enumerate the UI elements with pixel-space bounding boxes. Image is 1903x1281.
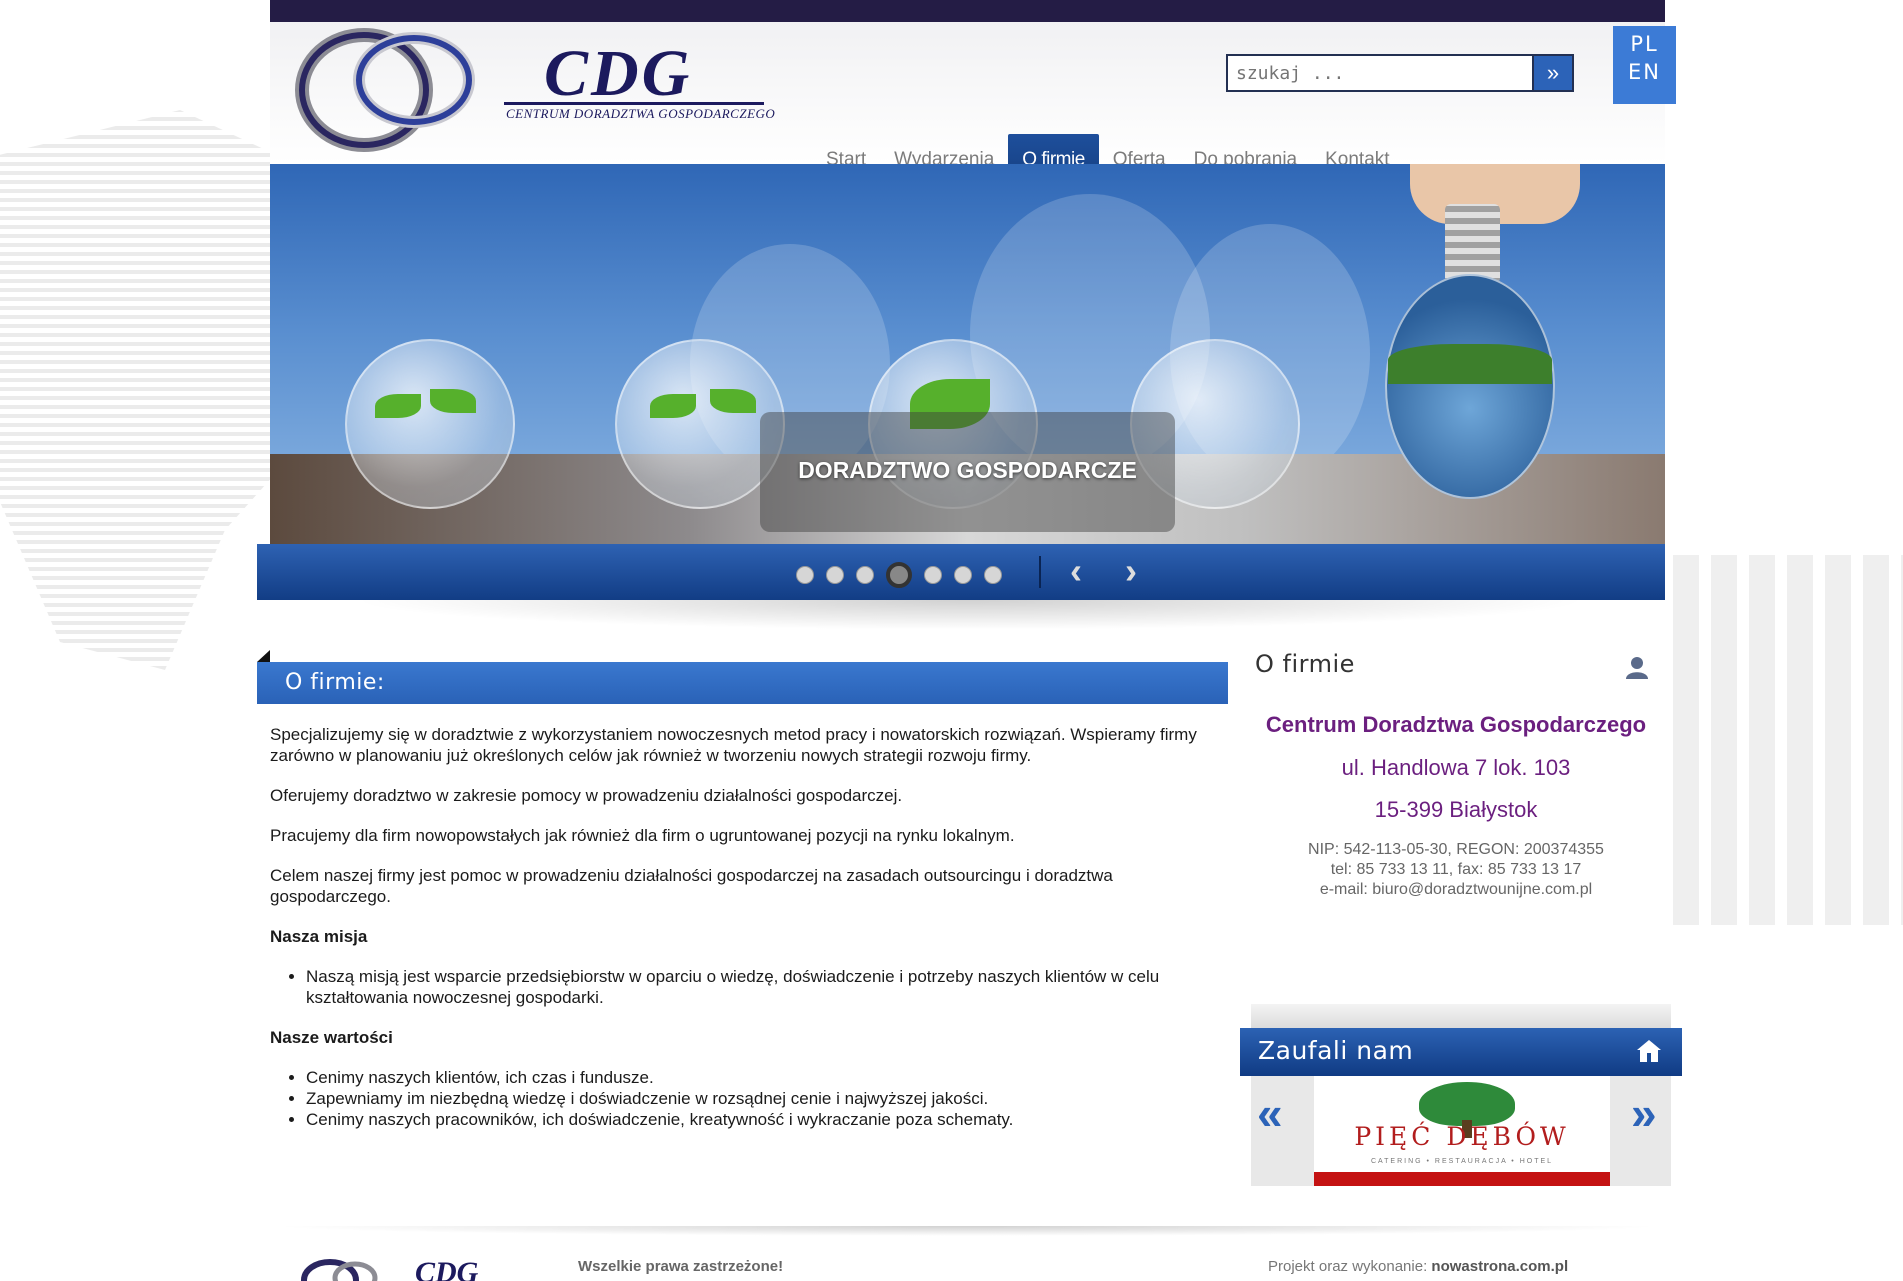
footer-divider: [270, 1226, 1665, 1236]
search-input[interactable]: [1226, 54, 1532, 92]
partner-name: PIĘĆ DĘBÓW: [1354, 1122, 1570, 1151]
content-paragraph: Celem naszej firmy jest pomoc w prowadze…: [270, 866, 1113, 906]
trusted-top-bar: [1251, 1004, 1671, 1028]
values-heading: Nasze wartości: [270, 1028, 393, 1047]
search-button[interactable]: »: [1532, 54, 1574, 92]
logo-rings-icon: [295, 28, 475, 152]
chevron-left-icon[interactable]: ‹: [1070, 550, 1082, 592]
company-nip-regon: NIP: 542-113-05-30, REGON: 200374355: [1308, 841, 1604, 858]
slider-separator: [1039, 556, 1041, 588]
partner-subtitle: CATERING • RESTAURACJA • HOTEL: [1370, 1158, 1554, 1165]
page-title: O firmie:: [257, 650, 1228, 704]
hero-slider[interactable]: DORADZTWO GOSPODARCZE: [270, 164, 1665, 544]
slider-dot[interactable]: [856, 566, 874, 584]
double-chevron-right-icon: »: [1546, 60, 1560, 85]
lang-pl[interactable]: PL: [1613, 30, 1676, 58]
list-item: Cenimy naszych pracowników, ich doświadc…: [306, 1109, 1215, 1130]
trusted-carousel: « PIĘĆ DĘBÓW CATERING • RESTAURACJA • HO…: [1251, 1076, 1671, 1186]
company-street: ul. Handlowa 7 lok. 103: [1341, 755, 1571, 780]
leaf-icon: [650, 394, 696, 418]
user-icon: [1626, 657, 1648, 679]
slider-dot[interactable]: [826, 566, 844, 584]
house-icon: [1637, 1040, 1661, 1062]
slider-controls: ‹ ›: [257, 544, 1665, 600]
logo[interactable]: CDG CENTRUM DORADZTWA GOSPODARCZEGO: [294, 28, 775, 158]
leaf-icon: [430, 389, 476, 413]
trusted-box: Zaufali nam « PIĘĆ DĘBÓW CATERING • REST…: [1240, 1004, 1682, 1224]
leaf-icon: [710, 389, 756, 413]
main-content: Specjalizujemy się w doradztwie z wykorz…: [270, 724, 1215, 1149]
leaf-icon: [375, 394, 421, 418]
double-chevron-left-icon[interactable]: «: [1257, 1086, 1283, 1140]
top-bar: [270, 0, 1665, 22]
partner-logo[interactable]: PIĘĆ DĘBÓW CATERING • RESTAURACJA • HOTE…: [1314, 1076, 1610, 1186]
company-info-box: O firmie Centrum Doradztwa Gospodarczego…: [1240, 642, 1672, 922]
logo-subtitle: CENTRUM DORADZTWA GOSPODARCZEGO: [506, 106, 776, 121]
company-city: 15-399 Białystok: [1374, 797, 1538, 822]
company-email[interactable]: e-mail: biuro@doradztwounijne.com.pl: [1240, 880, 1672, 900]
logo-divider: [504, 102, 764, 105]
chevron-right-icon[interactable]: ›: [1125, 550, 1137, 592]
company-meta: NIP: 542-113-05-30, REGON: 200374355 tel…: [1240, 840, 1672, 900]
sidebar-title: O firmie: [1255, 650, 1355, 678]
bulb-cap: [1445, 204, 1500, 284]
language-switcher: PL EN: [1613, 26, 1676, 104]
slider-dot-active[interactable]: [886, 562, 912, 588]
slider-dot[interactable]: [984, 566, 1002, 584]
footer-rights: Wszelkie prawa zastrzeżone!: [578, 1258, 784, 1275]
content-paragraph: Specjalizujemy się w doradztwie z wykorz…: [270, 725, 1197, 765]
lang-en[interactable]: EN: [1613, 58, 1676, 86]
slider-dot[interactable]: [796, 566, 814, 584]
slider-dots: [796, 562, 1002, 588]
list-item: Naszą misją jest wsparcie przedsiębiorst…: [306, 966, 1215, 1008]
mission-list: Naszą misją jest wsparcie przedsiębiorst…: [306, 966, 1215, 1008]
content-paragraph: Oferujemy doradztwo w zakresie pomocy w …: [270, 786, 903, 805]
slide-orb: [345, 339, 515, 509]
footer-logo-icon[interactable]: CDG: [300, 1252, 500, 1281]
bulb-grass: [1388, 344, 1552, 384]
slider-dot[interactable]: [954, 566, 972, 584]
footer-logo-text: CDG: [415, 1256, 479, 1281]
logo-title: CDG: [544, 37, 693, 110]
partner-banner: [1314, 1172, 1610, 1186]
trusted-title: Zaufali nam: [1240, 1028, 1682, 1076]
footer-credit-link[interactable]: nowastrona.com.pl: [1431, 1258, 1568, 1275]
list-item: Cenimy naszych klientów, ich czas i fund…: [306, 1067, 1215, 1088]
search-form: »: [1226, 54, 1574, 92]
content-paragraph: Pracujemy dla firm nowopowstałych jak ró…: [270, 826, 1015, 845]
double-chevron-right-icon[interactable]: »: [1631, 1086, 1657, 1140]
header: CDG CENTRUM DORADZTWA GOSPODARCZEGO » St…: [270, 22, 1665, 186]
lightbulb-icon: [1385, 274, 1555, 499]
slider-dot[interactable]: [924, 566, 942, 584]
mission-heading: Nasza misja: [270, 927, 368, 946]
company-phone: tel: 85 733 13 11, fax: 85 733 13 17: [1330, 861, 1582, 878]
values-list: Cenimy naszych klientów, ich czas i fund…: [306, 1067, 1215, 1130]
background-world-map: [0, 110, 300, 670]
company-name: Centrum Doradztwa Gospodarczego: [1265, 712, 1647, 737]
list-item: Zapewniamy im niezbędną wiedzę i doświad…: [306, 1088, 1215, 1109]
background-tiles: [1673, 555, 1903, 925]
slide-caption: DORADZTWO GOSPODARCZE: [798, 457, 1137, 483]
slider-shadow: [350, 600, 1590, 630]
footer-credit: Projekt oraz wykonanie: nowastrona.com.p…: [1268, 1258, 1568, 1275]
footer-credit-label: Projekt oraz wykonanie:: [1268, 1258, 1428, 1275]
